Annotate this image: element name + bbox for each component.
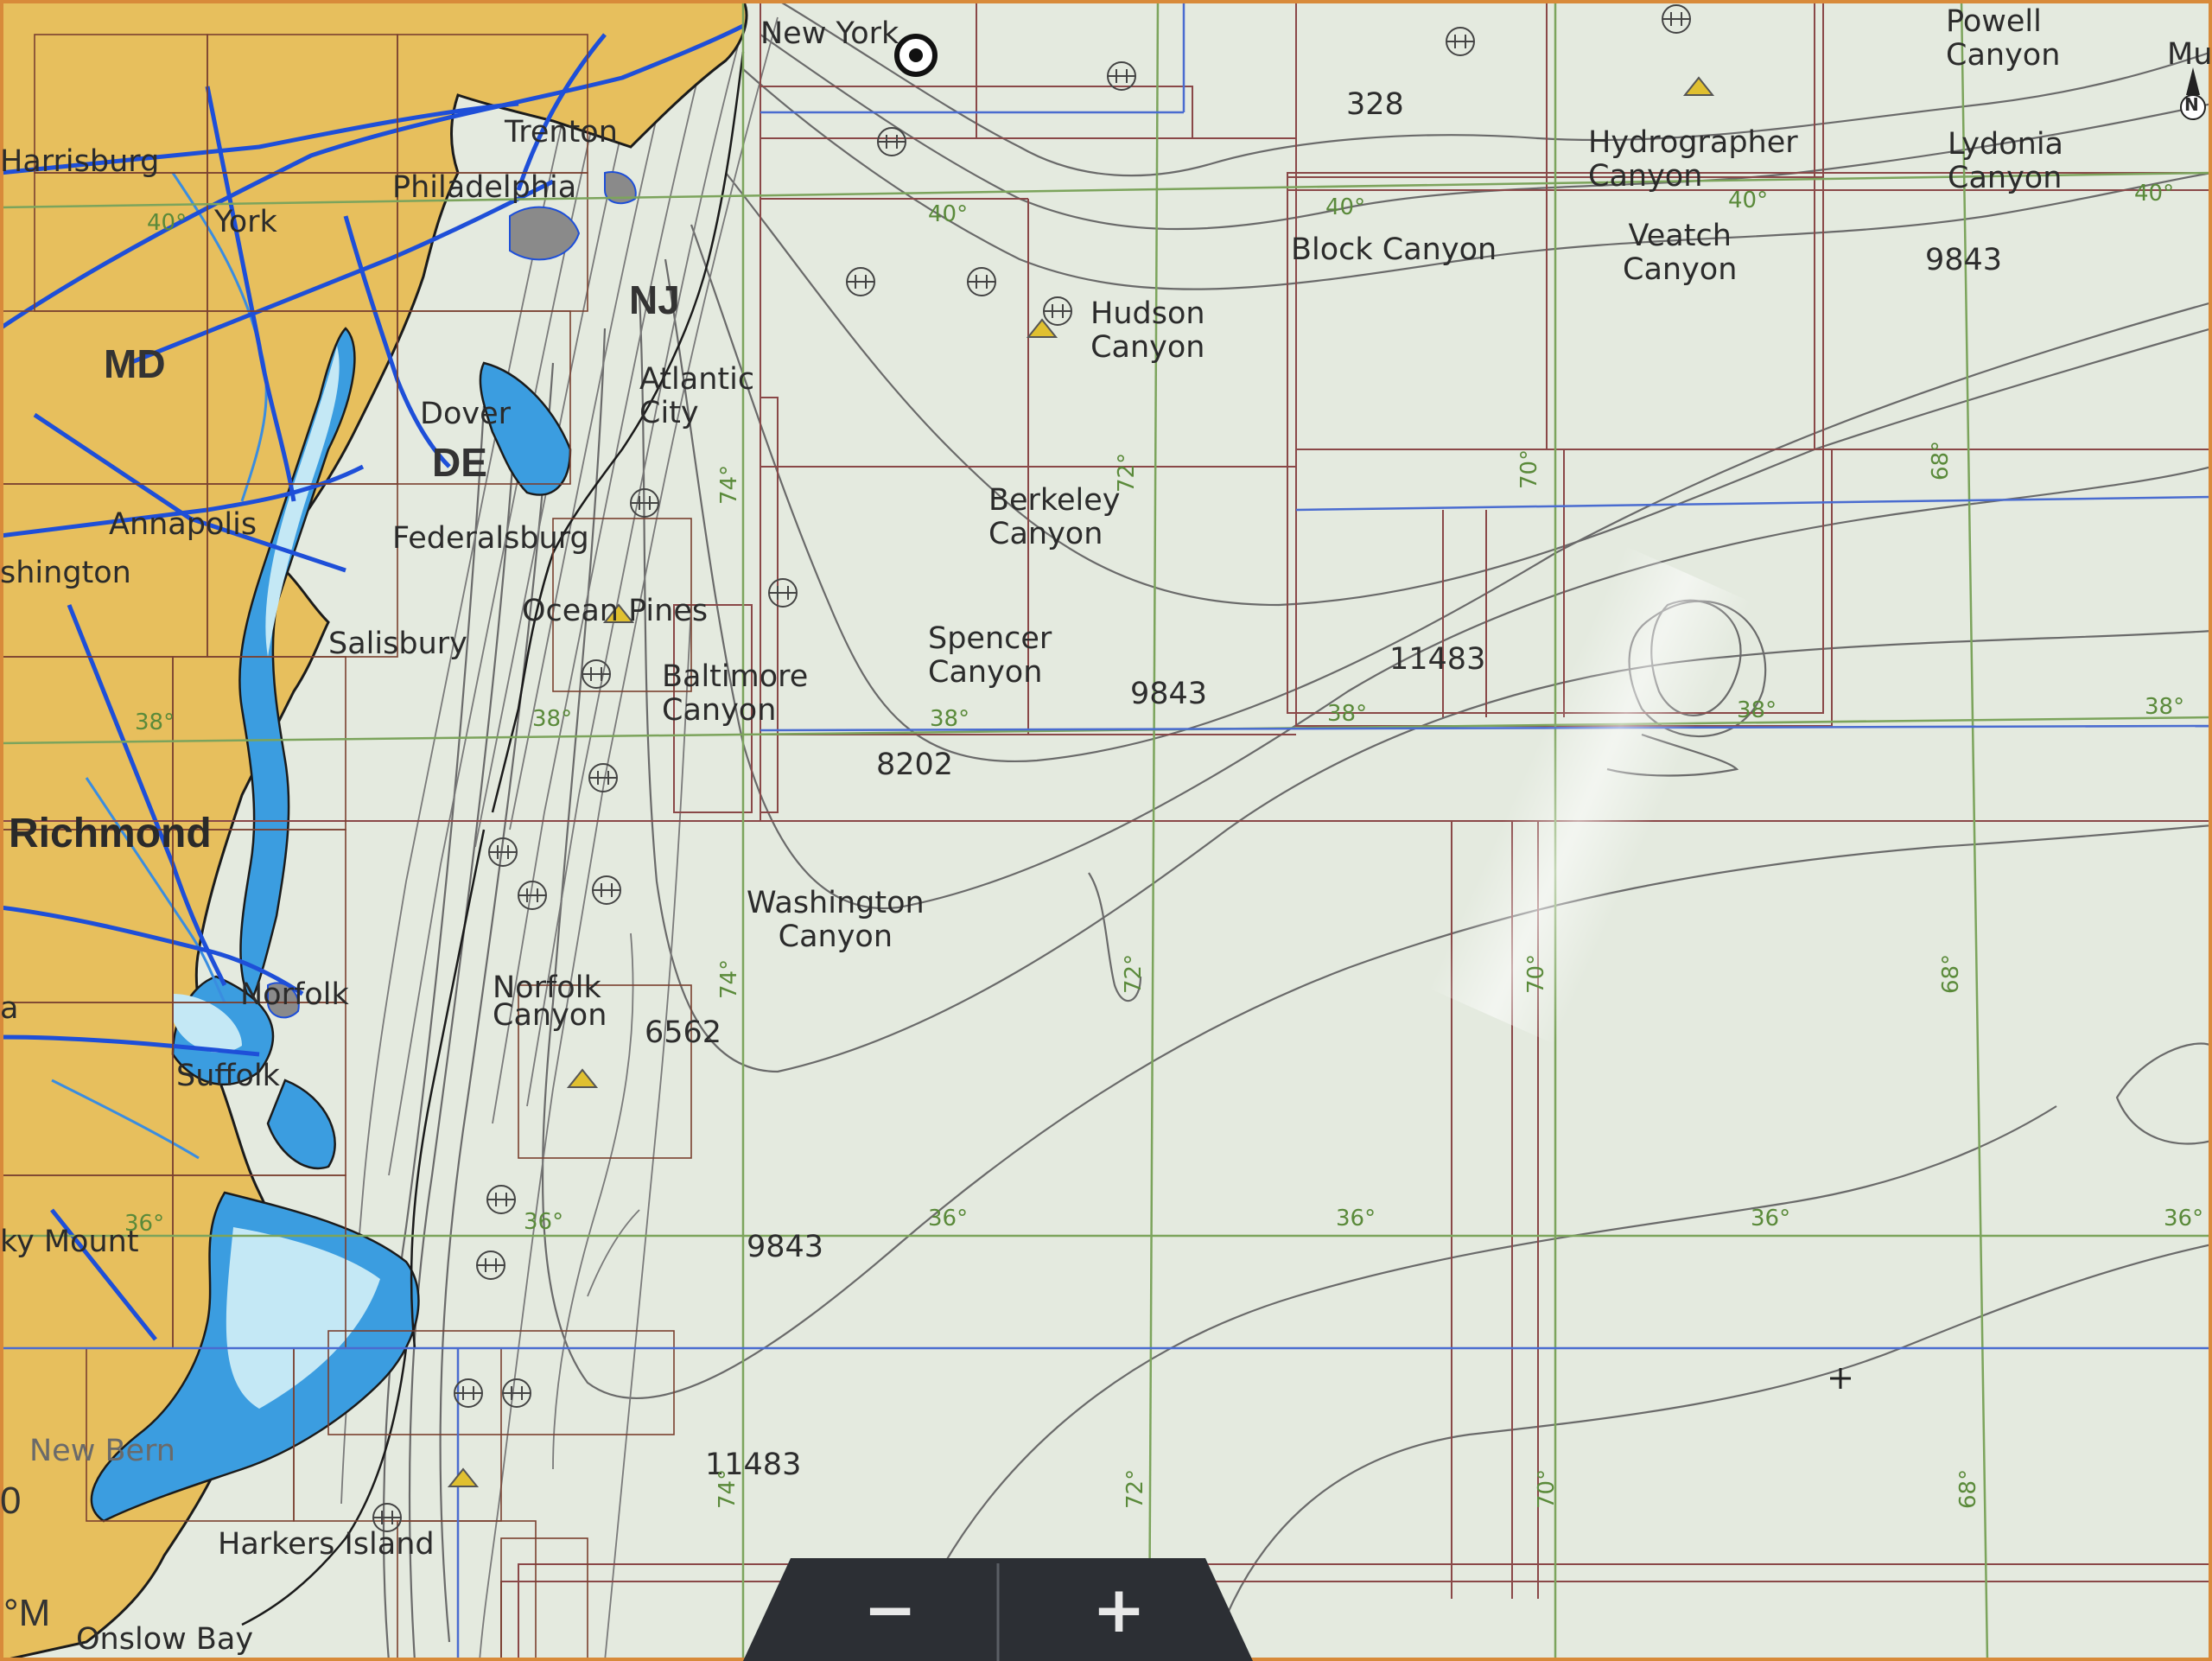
place-label-harkers-island: Harkers Island [218,1527,435,1562]
zoom-control: − + [743,1558,1253,1661]
depth-label: 11483 [1389,642,1486,677]
place-label-ocean-pines: Ocean Pines [522,594,709,628]
canyon-label-berkeley: Berkeley Canyon [988,483,1121,552]
zoom-out-button[interactable]: − [769,1558,1011,1661]
longitude-label: 68° [1938,953,1964,994]
latitude-label: 36° [1751,1206,1791,1231]
place-label-norfolk: Norfolk [240,977,349,1012]
place-label-annapolis: Annapolis [109,507,257,542]
latitude-label: 38° [2145,694,2185,720]
longitude-label: 70° [1523,953,1549,994]
depth-label: 9843 [1925,243,2003,277]
state-label-de: DE [432,440,487,485]
compass-label: N [2184,94,2199,115]
place-label-salisbury: Salisbury [328,627,467,661]
canyon-label-lydonia: Lydonia Canyon [1948,127,2063,196]
longitude-label: 68° [1928,440,1954,480]
latitude-label: 40° [1728,188,1769,213]
latitude-label: 36° [1336,1206,1376,1231]
latitude-label: 38° [930,706,970,732]
place-label-york: York [214,205,277,239]
place-label-harrisburg: Harrisburg [0,144,160,179]
latitude-label: 36° [928,1206,969,1231]
latitude-label: 38° [135,710,175,735]
place-label-edge-a: a [0,991,19,1026]
canyon-label-block: Block Canyon [1291,232,1497,267]
longitude-label: 72° [1121,953,1147,994]
depth-label: 9843 [1130,677,1208,711]
depth-label: 8202 [876,748,954,782]
longitude-label: 70° [1516,449,1542,489]
latitude-label: 40° [928,201,969,227]
state-label-md: MD [104,341,166,386]
latitude-label: 38° [1327,701,1368,727]
latitude-label: 36° [524,1209,564,1235]
longitude-label: 68° [1955,1468,1981,1509]
place-label-suffolk: Suffolk [176,1059,280,1093]
canyon-label-veatch: Veatch Canyon [1623,219,1738,288]
depth-label: 6562 [645,1015,722,1050]
longitude-label: 74° [716,958,742,999]
canyon-label-spencer: Spencer Canyon [928,621,1052,690]
latitude-label: 40° [1325,194,1366,220]
depth-label: 328 [1346,87,1404,122]
latitude-label: 36° [2164,1206,2204,1231]
place-label-washington: shington [0,556,131,590]
depth-label: 9843 [747,1230,824,1264]
vessel-position-icon [894,34,938,77]
nautical-chart-map[interactable]: MD DE NJ New York Harrisburg Trenton Phi… [0,0,2212,1661]
canyon-label-norfolk: Norfolk Canyon [493,971,607,1033]
scale-unit: °M [3,1592,51,1634]
latitude-label: 38° [532,706,573,732]
place-label-atlantic-city: Atlantic City [639,362,755,431]
latitude-label: 38° [1737,697,1777,723]
place-label-new-bern: New Bern [29,1434,175,1468]
longitude-label: 72° [1122,1468,1148,1509]
latitude-label: 40° [2134,181,2175,207]
canyon-label-washington: Washington Canyon [747,886,925,955]
place-label-dover: Dover [420,397,511,431]
scale-value: 0 [0,1480,22,1522]
place-label-richmond: Richmond [9,811,212,856]
canyon-label-hydrographer: Hydrographer Canyon [1588,125,1798,194]
longitude-label: 74° [715,1468,741,1509]
place-label-philadelphia: Philadelphia [392,170,577,205]
longitude-label: 74° [716,464,742,505]
canyon-label-hudson: Hudson Canyon [1090,296,1205,366]
canyon-label-baltimore: Baltimore Canyon [662,659,809,729]
latitude-label: 40° [147,210,188,236]
place-label-onslow-bay: Onslow Bay [76,1622,254,1657]
place-label-trenton: Trenton [505,115,618,150]
longitude-label: 72° [1114,452,1140,493]
latitude-label: 36° [124,1211,165,1237]
chart-canvas[interactable] [0,0,2212,1661]
place-label-rocky-mount: ky Mount [0,1225,139,1259]
longitude-label: 70° [1534,1468,1560,1509]
canyon-label-mu: Mu [2167,37,2212,72]
place-label-new-york: New York [760,16,899,51]
place-label-federalsburg: Federalsburg [392,521,589,556]
zoom-in-button[interactable]: + [998,1558,1240,1661]
state-label-nj: NJ [629,277,680,322]
canyon-label-powell: Powell Canyon [1946,4,2061,73]
